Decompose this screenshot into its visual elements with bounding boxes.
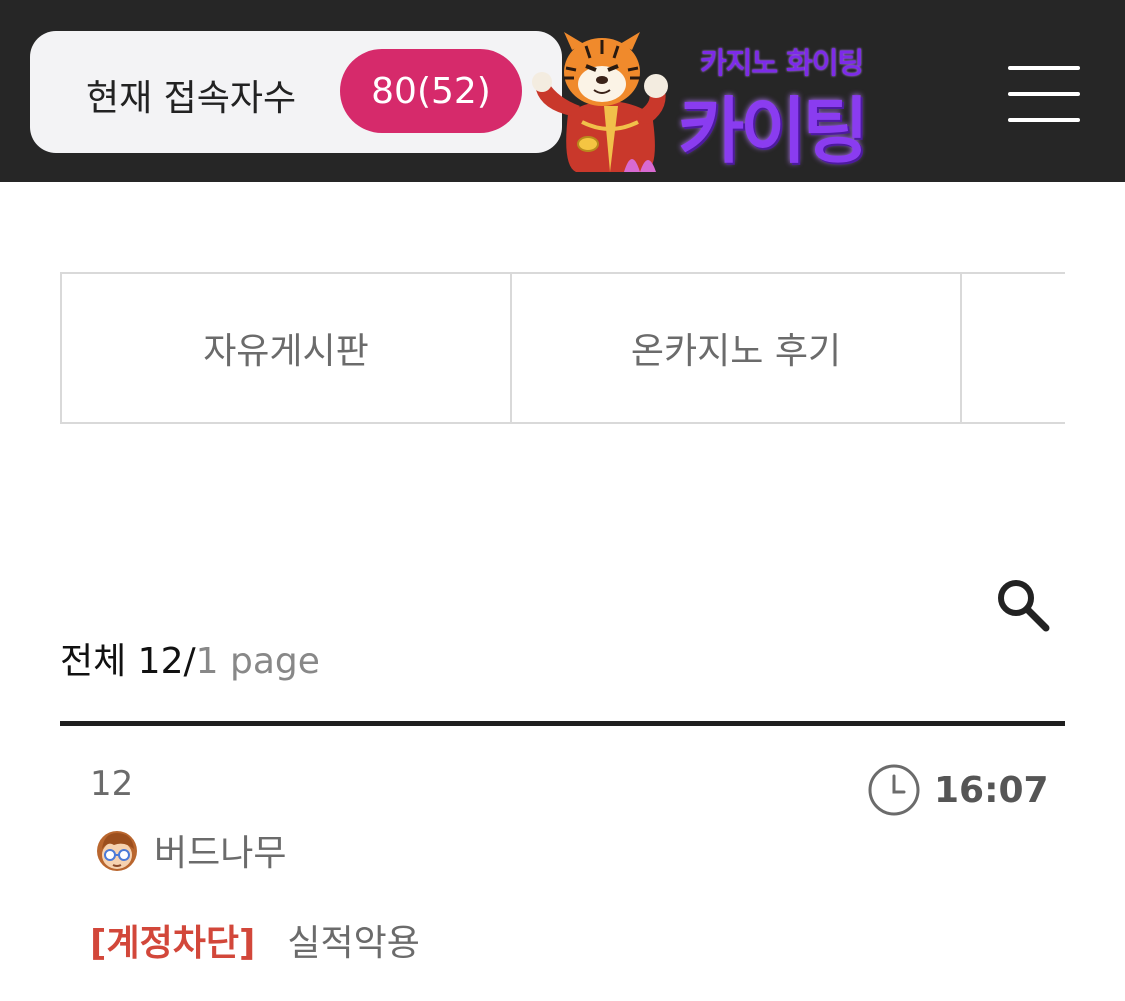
- visitor-counter: 현재 접속자수 80(52): [30, 31, 562, 153]
- visitor-count-badge: 80(52): [340, 49, 522, 133]
- page-indicator: 1 page: [195, 641, 320, 682]
- board-summary: 전체 12/1 page: [60, 632, 320, 684]
- list-divider: [60, 721, 1065, 726]
- hamburger-menu-icon[interactable]: [1008, 66, 1084, 124]
- logo-title: 카이팅: [678, 89, 869, 173]
- clock-icon: [868, 764, 920, 816]
- tiger-mascot-icon: [532, 32, 668, 172]
- board-tabs: 자유게시판 온카지노 후기: [60, 272, 1065, 424]
- site-logo[interactable]: 카지노 화이팅 카이팅: [528, 26, 908, 174]
- tab-more[interactable]: [962, 274, 1065, 422]
- tab-casino-review[interactable]: 온카지노 후기: [512, 274, 962, 422]
- post-time: 16:07: [866, 762, 1049, 818]
- search-button[interactable]: [992, 574, 1054, 636]
- visitor-label: 현재 접속자수: [86, 78, 297, 119]
- post-time-text: 16:07: [934, 769, 1049, 811]
- post-title[interactable]: 실적악용: [287, 914, 419, 966]
- status-badge: [계정차단]: [90, 923, 256, 964]
- post-author[interactable]: 버드나무: [94, 824, 286, 876]
- search-icon: [998, 580, 1050, 632]
- author-name: 버드나무: [154, 833, 287, 874]
- post-title-row[interactable]: [계정차단] 실적악용: [90, 914, 420, 966]
- top-header: 현재 접속자수 80(52) 카지노 화이팅 카이팅: [0, 0, 1125, 182]
- post-number: 12: [90, 764, 134, 804]
- tab-free-board[interactable]: 자유게시판: [62, 274, 512, 422]
- total-count: 전체 12/: [60, 641, 196, 682]
- avatar: [97, 831, 137, 871]
